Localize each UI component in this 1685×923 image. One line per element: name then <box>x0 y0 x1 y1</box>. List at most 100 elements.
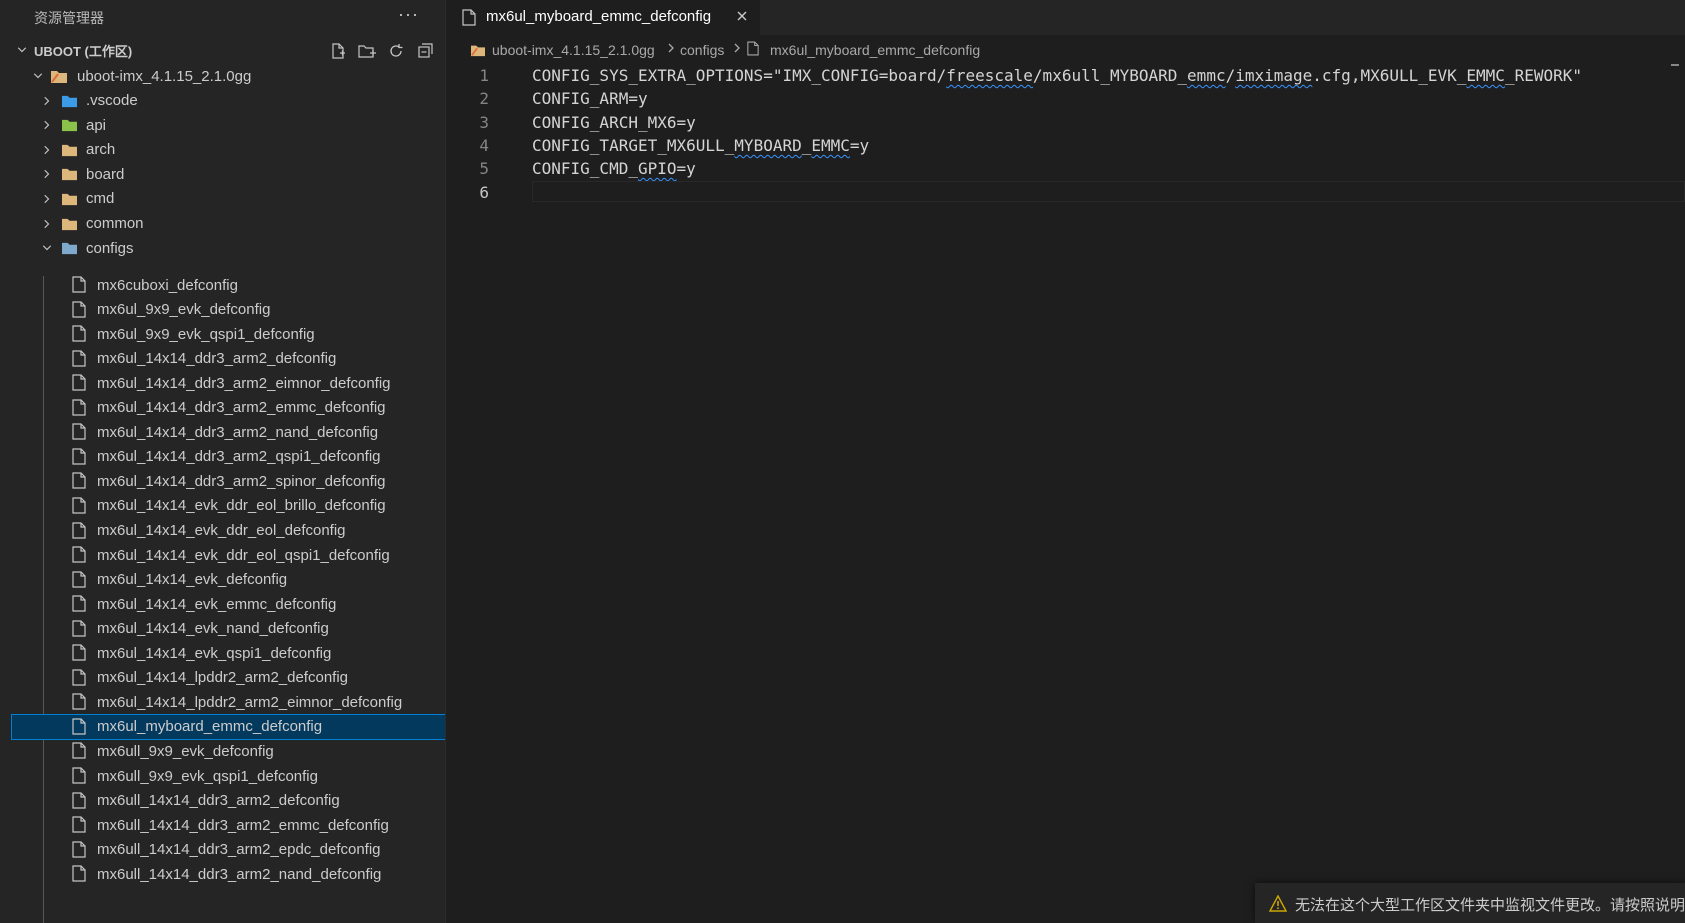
tree-item-label: mx6ul_14x14_ddr3_arm2_eimnor_defconfig <box>97 374 391 392</box>
tree-item-file[interactable]: mx6ul_14x14_ddr3_arm2_defconfig <box>0 346 445 372</box>
chevron-right-icon <box>666 41 676 58</box>
file-icon <box>462 9 476 29</box>
tree-item-file[interactable]: mx6ull_9x9_evk_qspi1_defconfig <box>0 763 445 789</box>
tree-item-folder[interactable]: api <box>0 112 445 138</box>
tree-item-file[interactable]: mx6ul_14x14_ddr3_arm2_eimnor_defconfig <box>0 370 445 396</box>
code-token: / <box>1225 66 1236 85</box>
line-number: 1 <box>479 66 489 85</box>
close-icon[interactable] <box>735 9 749 26</box>
tree-item-file[interactable]: mx6ul_14x14_evk_defconfig <box>0 567 445 593</box>
chevron-down-icon <box>15 43 29 57</box>
file-icon <box>72 448 90 465</box>
tree-item-file[interactable]: mx6ul_14x14_evk_qspi1_defconfig <box>0 640 445 666</box>
tree-item-folder[interactable]: board <box>0 161 445 187</box>
tree-item-folder[interactable]: cmd <box>0 186 445 212</box>
spelling-warning-token: EMMC <box>811 135 850 155</box>
tree-item-file[interactable]: mx6cuboxi_defconfig <box>0 272 445 298</box>
tree-item-file[interactable]: mx6ul_9x9_evk_defconfig <box>0 297 445 323</box>
tree-item-file[interactable]: mx6ull_14x14_ddr3_arm2_defconfig <box>0 788 445 814</box>
code-token: CONFIG_TARGET_MX6ULL_ <box>532 135 735 155</box>
code-line: 3 CONFIG_ARCH_MX6=y <box>446 111 1685 134</box>
line-number: 5 <box>479 159 489 179</box>
tree-item-folder[interactable]: arch <box>0 137 445 163</box>
tree-item-folder[interactable]: configs <box>0 235 445 261</box>
editor-tab-active[interactable]: mx6ul_myboard_emmc_defconfig <box>446 0 760 35</box>
tree-item-file[interactable]: mx6ul_14x14_lpddr2_arm2_eimnor_defconfig <box>0 689 445 715</box>
tree-item-file[interactable]: mx6ull_14x14_ddr3_arm2_epdc_defconfig <box>0 837 445 863</box>
workspace-section-header[interactable]: UBOOT (工作区) <box>0 37 445 63</box>
file-icon <box>72 693 90 710</box>
file-icon <box>72 742 90 760</box>
collapse-all-icon[interactable] <box>415 41 435 61</box>
code-text: CONFIG_CMD_GPIO=y <box>532 159 696 178</box>
file-icon <box>72 423 90 440</box>
tree-item-label: mx6ul_14x14_evk_defconfig <box>97 571 288 589</box>
tree-item-label: mx6ull_14x14_ddr3_arm2_defconfig <box>97 792 340 810</box>
tree-item-file[interactable]: mx6ul_14x14_lpddr2_arm2_defconfig <box>0 665 445 691</box>
tree-item-file[interactable]: mx6ul_9x9_evk_qspi1_defconfig <box>0 321 445 347</box>
tree-item-label: common <box>86 215 144 232</box>
chevron-down-icon <box>31 69 45 83</box>
vscode-folder-icon <box>61 93 79 109</box>
tree-item-label: mx6ul_14x14_ddr3_arm2_spinor_defconfig <box>97 472 386 490</box>
file-icon <box>72 374 90 391</box>
refresh-icon[interactable] <box>386 41 406 61</box>
file-icon <box>72 546 90 563</box>
tree-item-label: mx6ull_9x9_evk_defconfig <box>97 742 274 760</box>
tree-item-label: .vscode <box>86 92 138 109</box>
notification-toast[interactable]: 无法在这个大型工作区文件夹中监视文件更改。请按照说明 <box>1255 883 1685 923</box>
code-token: =y <box>676 159 696 179</box>
spelling-warning-token: EMMC <box>1466 66 1505 85</box>
code-token: =y <box>849 135 870 155</box>
more-actions-icon[interactable]: ··· <box>398 4 419 25</box>
git-folder-icon <box>470 43 486 60</box>
tree-item-file[interactable]: mx6ul_14x14_evk_ddr_eol_defconfig <box>0 518 445 544</box>
tree-item-file[interactable]: mx6ull_14x14_ddr3_arm2_emmc_defconfig <box>0 812 445 838</box>
explorer-header: 资源管理器 ··· <box>0 0 445 35</box>
code-text: CONFIG_TARGET_MX6ULL_MYBOARD_EMMC=y <box>532 136 869 155</box>
file-icon <box>72 669 90 686</box>
tree-item-folder[interactable]: .vscode <box>0 88 445 114</box>
tree-item-file[interactable]: mx6ul_14x14_evk_emmc_defconfig <box>0 591 445 617</box>
tree-item-file[interactable]: mx6ul_14x14_ddr3_arm2_spinor_defconfig <box>0 468 445 494</box>
tree-item-file[interactable]: mx6ul_14x14_evk_nand_defconfig <box>0 616 445 642</box>
tree-item-file[interactable]: mx6ul_14x14_evk_ddr_eol_qspi1_defconfig <box>0 542 445 568</box>
code-line: 2 CONFIG_ARM=y <box>446 87 1685 110</box>
code-text: CONFIG_ARCH_MX6=y <box>532 113 696 132</box>
breadcrumb-item-file[interactable]: mx6ul_myboard_emmc_defconfig <box>770 42 980 58</box>
file-icon <box>72 767 90 784</box>
tree-item-label: mx6ull_14x14_ddr3_arm2_epdc_defconfig <box>97 841 381 859</box>
new-folder-icon[interactable] <box>357 41 377 61</box>
tree-item-label: api <box>86 116 107 134</box>
current-line-highlight <box>532 180 1685 202</box>
tree-item-label: mx6ul_14x14_ddr3_arm2_defconfig <box>97 350 337 368</box>
tree-item-label: mx6ul_14x14_ddr3_arm2_emmc_defconfig <box>97 399 386 417</box>
file-icon <box>72 865 90 882</box>
tree-item-file[interactable]: mx6ull_9x9_evk_defconfig <box>0 738 445 764</box>
tree-item-file[interactable]: mx6ul_myboard_emmc_defconfig <box>11 713 445 740</box>
chevron-right-icon <box>40 192 54 206</box>
tree-item-file[interactable]: mx6ul_14x14_ddr3_arm2_nand_defconfig <box>0 419 445 445</box>
tree-item-folder[interactable]: common <box>0 211 445 237</box>
section-actions <box>328 41 435 61</box>
spelling-warning-token: imximage <box>1235 66 1313 85</box>
file-icon <box>72 791 90 809</box>
breadcrumb-item-configs[interactable]: configs <box>680 42 724 58</box>
spelling-warning-token: freescale <box>946 66 1033 85</box>
config-folder-icon <box>61 240 79 256</box>
code-line: 5 CONFIG_CMD_GPIO=y <box>446 157 1685 180</box>
tree-item-label: mx6ul_14x14_evk_qspi1_defconfig <box>97 644 332 662</box>
new-file-icon[interactable] <box>328 41 348 61</box>
file-icon <box>72 325 90 342</box>
code-token: CONFIG_ARM=y <box>532 89 648 109</box>
code-token: CONFIG_ARCH_MX6=y <box>532 112 696 132</box>
file-icon <box>72 718 90 735</box>
folder-icon <box>61 166 79 182</box>
tree-item-root-folder[interactable]: uboot-imx_4.1.15_2.1.0gg <box>0 63 445 89</box>
tree-item-file[interactable]: mx6ul_14x14_ddr3_arm2_qspi1_defconfig <box>0 444 445 470</box>
chevron-down-icon <box>40 241 54 255</box>
tree-item-file[interactable]: mx6ul_14x14_evk_ddr_eol_brillo_defconfig <box>0 493 445 519</box>
breadcrumb-item-root[interactable]: uboot-imx_4.1.15_2.1.0gg <box>492 42 655 58</box>
tree-item-file[interactable]: mx6ul_14x14_ddr3_arm2_emmc_defconfig <box>0 395 445 421</box>
tree-item-file[interactable]: mx6ull_14x14_ddr3_arm2_nand_defconfig <box>0 861 445 887</box>
